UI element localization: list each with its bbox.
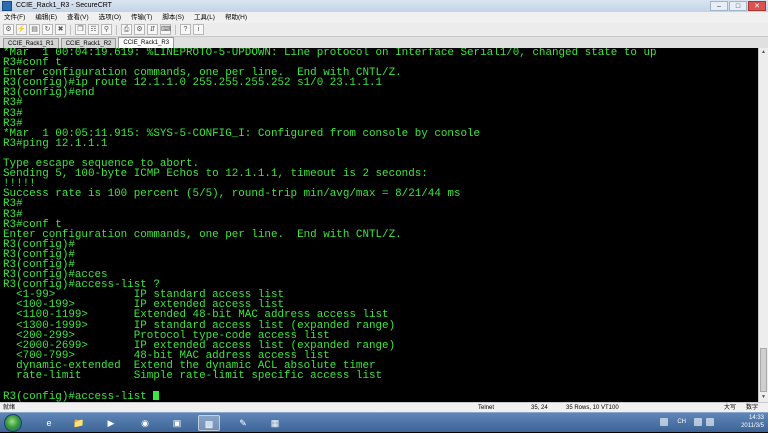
terminal-line: R3(config)# [3, 248, 75, 261]
terminal-line: R3# [3, 107, 23, 120]
sftp-icon[interactable]: ⇵ [147, 24, 158, 35]
terminal-line: *Mar 1 00:04:19.619: %LINEPROTO-5-UPDOWN… [3, 48, 657, 59]
connect-icon[interactable]: ⚙ [3, 24, 14, 35]
terminal-line: R3(config)# [3, 238, 75, 251]
scroll-up-arrow-icon[interactable]: ▲ [759, 48, 768, 57]
windows-taskbar: e 📁 ▶ ◉ ▣ ▩ ✎ ▦ CH 14:33 2011/3/5 [0, 412, 768, 432]
terminal-line: R3(config)# [3, 258, 75, 271]
quick-connect-icon[interactable]: ⚡ [16, 24, 27, 35]
network-icon[interactable] [694, 418, 702, 426]
paste-icon[interactable]: ☶ [88, 24, 99, 35]
tab-ccie-rack1-r2[interactable]: CCIE_Rack1_R2 [60, 38, 117, 48]
disconnect-icon[interactable]: ✖ [55, 24, 66, 35]
notes-app-icon[interactable]: ✎ [232, 415, 254, 431]
volume-icon[interactable] [706, 418, 714, 426]
toolbar-separator [116, 24, 117, 35]
session-options-icon[interactable]: ⚙ [134, 24, 145, 35]
terminal-line: Enter configuration commands, one per li… [3, 228, 402, 241]
menu-options[interactable]: 选项(O) [99, 12, 121, 23]
menu-help[interactable]: 帮助(H) [225, 12, 247, 23]
terminal-line: R3# [3, 208, 23, 221]
clock-date[interactable]: 2011/3/5 [741, 423, 764, 429]
desktop-app-icon[interactable]: ▣ [166, 415, 188, 431]
maximize-button[interactable]: □ [729, 1, 747, 11]
tab-ccie-rack1-r1[interactable]: CCIE_Rack1_R1 [3, 38, 59, 48]
menu-tools[interactable]: 工具(L) [194, 12, 215, 23]
clock-time[interactable]: 14:33 [749, 415, 764, 421]
chrome-browser-icon[interactable]: ◉ [134, 415, 156, 431]
terminal-line: *Mar 1 00:05:11.915: %SYS-5-CONFIG_I: Co… [3, 127, 481, 140]
start-button[interactable] [4, 414, 22, 432]
terminal-line: Success rate is 100 percent (5/5), round… [3, 188, 461, 201]
session-tabs: CCIE_Rack1_R1 CCIE_Rack1_R2 CCIE_Rack1_R… [0, 37, 768, 48]
terminal-line: R3# [3, 198, 23, 211]
securecrt-app-icon [2, 1, 12, 11]
scrollbar-thumb[interactable] [760, 348, 767, 392]
terminal-line: R3(config)#ip route 12.1.1.0 255.255.255… [3, 77, 383, 90]
tab-ccie-rack1-r3[interactable]: CCIE_Rack1_R3 [118, 37, 175, 48]
window-controls: – □ ✕ [710, 1, 766, 11]
scroll-down-arrow-icon[interactable]: ▼ [759, 393, 768, 402]
menu-bar: 文件(F) 编辑(E) 查看(V) 选项(O) 传输(T) 脚本(S) 工具(L… [0, 12, 768, 23]
terminal-output[interactable]: *Mar 1 00:04:19.619: %LINEPROTO-5-UPDOWN… [0, 48, 758, 402]
menu-edit[interactable]: 编辑(E) [35, 12, 57, 23]
input-language[interactable]: CH [677, 419, 686, 425]
window-title: CCIE_Rack1_R3 - SecureCRT [16, 2, 112, 9]
help-icon[interactable]: ? [180, 24, 191, 35]
find-icon[interactable]: ⚲ [101, 24, 112, 35]
keymap-icon[interactable]: ⌨ [160, 24, 171, 35]
connect-in-tab-icon[interactable]: ▤ [29, 24, 40, 35]
status-bar: 就绪 Telnet 35, 24 35 Rows, 10 VT100 大写 数字 [0, 402, 768, 412]
close-button[interactable]: ✕ [748, 1, 766, 11]
terminal-line: R3# [3, 97, 23, 110]
toolbar: ⚙ ⚡ ▤ ↻ ✖ ❐ ☶ ⚲ ⎙ ⚙ ⇵ ⌨ ? i [0, 23, 768, 37]
menu-transfer[interactable]: 传输(T) [131, 12, 152, 23]
terminal-line: Sending 5, 100-byte ICMP Echos to 12.1.1… [3, 168, 428, 181]
terminal-scrollbar[interactable]: ▲ ▼ [758, 48, 768, 402]
file-explorer-icon[interactable]: 📁 [68, 415, 90, 431]
print-icon[interactable]: ⎙ [121, 24, 132, 35]
about-icon[interactable]: i [193, 24, 204, 35]
copy-icon[interactable]: ❐ [75, 24, 86, 35]
menu-script[interactable]: 脚本(S) [162, 12, 184, 23]
terminal-cursor [153, 391, 160, 401]
terminal-app-icon[interactable]: ▦ [264, 415, 286, 431]
menu-view[interactable]: 查看(V) [67, 12, 89, 23]
terminal-line: R3(config)#access-list [0, 391, 758, 402]
securecrt-task-icon[interactable]: ▩ [198, 415, 220, 431]
menu-file[interactable]: 文件(F) [4, 12, 25, 23]
toolbar-separator [70, 24, 71, 35]
terminal-line: R3(config)#end [3, 87, 95, 100]
ie-browser-icon[interactable]: e [38, 415, 60, 431]
terminal-line: rate-limit Simple rate-limit specific ac… [3, 370, 383, 382]
terminal-line: R3#ping 12.1.1.1 [3, 137, 108, 150]
toolbar-separator [175, 24, 176, 35]
reconnect-icon[interactable]: ↻ [42, 24, 53, 35]
minimize-button[interactable]: – [710, 1, 728, 11]
lang-icon[interactable] [660, 418, 668, 426]
media-player-icon[interactable]: ▶ [100, 415, 122, 431]
